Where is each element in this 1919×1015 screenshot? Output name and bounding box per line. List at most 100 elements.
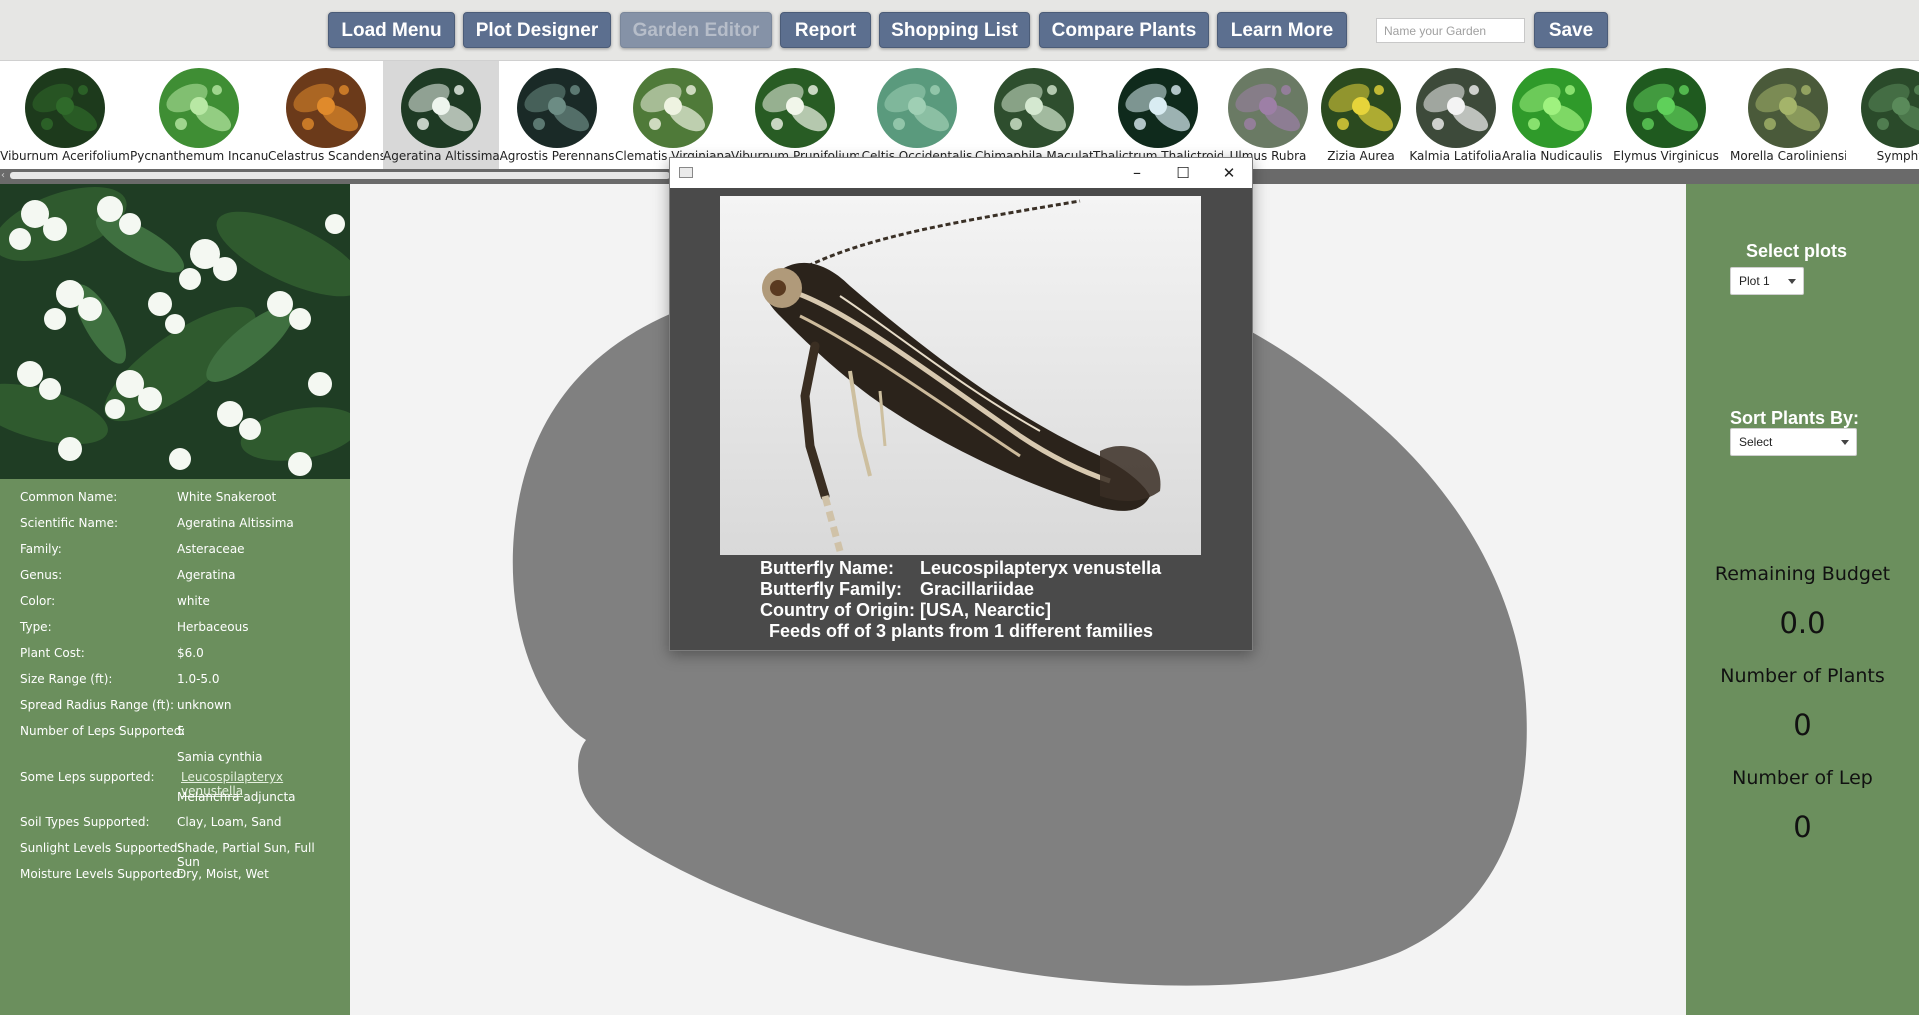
butterfly-name-row: Butterfly Name: Leucospilapteryx venustel…	[760, 558, 1161, 579]
plant-thumbnail	[286, 68, 366, 148]
shopping-list-button[interactable]: Shopping List	[879, 12, 1030, 48]
plant-item[interactable]: Celastrus Scandens	[268, 61, 383, 170]
detail-label: Spread Radius Range (ft):	[20, 698, 175, 712]
plant-label: Elymus Virginicus	[1613, 149, 1719, 163]
plant-thumbnail	[1118, 68, 1198, 148]
plant-label: Viburnum Acerifolium	[0, 149, 130, 163]
butterfly-family-value: Gracillariidae	[920, 579, 1035, 599]
sort-select-value: Select	[1739, 435, 1773, 449]
remaining-budget-value: 0.0	[1779, 606, 1826, 640]
plant-item[interactable]: Pycnanthemum Incanum	[130, 61, 268, 170]
plant-item[interactable]: Symphy	[1846, 61, 1919, 170]
detail-label: Color:	[20, 594, 56, 608]
plant-item[interactable]: Thalictrum Thalictroides	[1093, 61, 1223, 170]
window-titlebar[interactable]: – ☐ ✕	[670, 158, 1252, 188]
minimize-button[interactable]: –	[1114, 158, 1160, 188]
detail-value: 1.0-5.0	[177, 672, 220, 686]
garden-name-input[interactable]	[1376, 18, 1525, 43]
plant-item[interactable]: Ulmus Rubra	[1223, 61, 1313, 170]
detail-value: Herbaceous	[177, 620, 249, 634]
plant-item[interactable]: Celtis Occidentalis	[859, 61, 975, 170]
detail-value: $6.0	[177, 646, 204, 660]
detail-value: Ageratina	[177, 568, 236, 582]
scroll-left-icon[interactable]: ‹	[1, 170, 5, 181]
plant-item[interactable]: Chimaphila Maculata	[975, 61, 1093, 170]
plant-label: Symphy	[1876, 149, 1919, 163]
number-of-plants-value: 0	[1793, 708, 1812, 742]
detail-value: Ageratina Altissima	[177, 516, 294, 530]
garden-stats-panel: Select plots Plot 1 Sort Plants By: Sele…	[1686, 184, 1919, 1015]
butterfly-info-window: – ☐ ✕ Butterfly Name: Leucospilapteryx v…	[669, 157, 1253, 651]
select-plots-label: Select plots	[1746, 241, 1848, 261]
plant-thumbnail	[1416, 68, 1496, 148]
load-menu-button[interactable]: Load Menu	[328, 12, 455, 48]
plot-select[interactable]: Plot 1	[1730, 267, 1804, 295]
plant-thumbnail	[1228, 68, 1308, 148]
chevron-down-icon	[1841, 440, 1849, 445]
plant-thumbnail	[1626, 68, 1706, 148]
app-icon	[679, 167, 693, 178]
plot-designer-button[interactable]: Plot Designer	[463, 12, 611, 48]
detail-label: Scientific Name:	[20, 516, 118, 530]
lep-item: Melanchra adjuncta	[177, 790, 296, 804]
plant-label: Celastrus Scandens	[268, 149, 383, 163]
save-button[interactable]: Save	[1534, 12, 1608, 48]
detail-label: Common Name:	[20, 490, 118, 504]
origin-row: Country of Origin: [USA, Nearctic]	[760, 600, 1051, 621]
plant-thumbnail	[877, 68, 957, 148]
plant-item[interactable]: Kalmia Latifolia	[1409, 61, 1502, 170]
plant-label: Kalmia Latifolia	[1409, 149, 1502, 163]
plant-label: Aralia Nudicaulis	[1502, 149, 1602, 163]
plant-item[interactable]: Elymus Virginicus	[1602, 61, 1730, 170]
maximize-button[interactable]: ☐	[1160, 158, 1206, 188]
plant-strip: Viburnum Acerifolium Pycnanthemum Incanum…	[0, 60, 1919, 170]
plant-item[interactable]: Ageratina Altissima	[383, 61, 499, 170]
plant-item[interactable]: Clematis Virginiana	[615, 61, 731, 170]
plant-item[interactable]: Viburnum Prunifolium	[731, 61, 859, 170]
detail-label: Family:	[20, 542, 62, 556]
plant-thumbnail	[401, 68, 481, 148]
butterfly-name-value: Leucospilapteryx venustella	[920, 558, 1162, 578]
plant-label: Zizia Aurea	[1327, 149, 1395, 163]
origin-value: [USA, Nearctic]	[920, 600, 1052, 620]
detail-label: Sunlight Levels Supported:	[20, 841, 182, 855]
plant-item[interactable]: Agrostis Perennans	[499, 61, 615, 170]
plant-thumbnail	[517, 68, 597, 148]
lep-item: Samia cynthia	[177, 750, 263, 764]
scrollbar-thumb[interactable]	[10, 172, 670, 179]
plant-thumbnail	[25, 68, 105, 148]
detail-label: Number of Leps Supported:	[20, 724, 186, 738]
plant-photo	[0, 184, 350, 479]
number-of-plants-label: Number of Plants	[1720, 665, 1885, 687]
plant-thumbnail	[1861, 68, 1919, 148]
chevron-down-icon	[1788, 279, 1796, 284]
detail-value: 5	[177, 724, 185, 738]
plant-thumbnail	[159, 68, 239, 148]
plant-label: Morella Caroliniensis	[1730, 149, 1846, 163]
butterfly-family-label: Butterfly Family:	[760, 579, 903, 599]
plant-thumbnail	[1512, 68, 1592, 148]
report-button[interactable]: Report	[780, 12, 871, 48]
origin-label: Country of Origin:	[760, 600, 915, 620]
detail-value: Clay, Loam, Sand	[177, 815, 282, 829]
plant-item[interactable]: Aralia Nudicaulis	[1502, 61, 1602, 170]
plant-thumbnail	[1321, 68, 1401, 148]
plant-item[interactable]: Viburnum Acerifolium	[0, 61, 130, 170]
detail-value: white	[177, 594, 210, 608]
butterfly-name-label: Butterfly Name:	[760, 558, 895, 578]
plot-select-value: Plot 1	[1739, 274, 1770, 288]
plant-label: Agrostis Perennans	[499, 149, 615, 163]
detail-label: Type:	[20, 620, 52, 634]
plant-item[interactable]: Morella Caroliniensis	[1730, 61, 1846, 170]
detail-value: Asteraceae	[177, 542, 245, 556]
learn-more-button[interactable]: Learn More	[1217, 12, 1347, 48]
plant-label: Ageratina Altissima	[383, 149, 499, 163]
detail-value: Shade, Partial Sun, Full Sun	[177, 841, 315, 869]
sort-select[interactable]: Select	[1730, 428, 1857, 456]
close-button[interactable]: ✕	[1206, 158, 1252, 188]
butterfly-photo	[720, 196, 1201, 555]
plant-item[interactable]: Zizia Aurea	[1313, 61, 1409, 170]
compare-plants-button[interactable]: Compare Plants	[1039, 12, 1209, 48]
plant-details-panel: Common Name: White Snakeroot Scientific …	[0, 184, 350, 1015]
plant-thumbnail	[755, 68, 835, 148]
